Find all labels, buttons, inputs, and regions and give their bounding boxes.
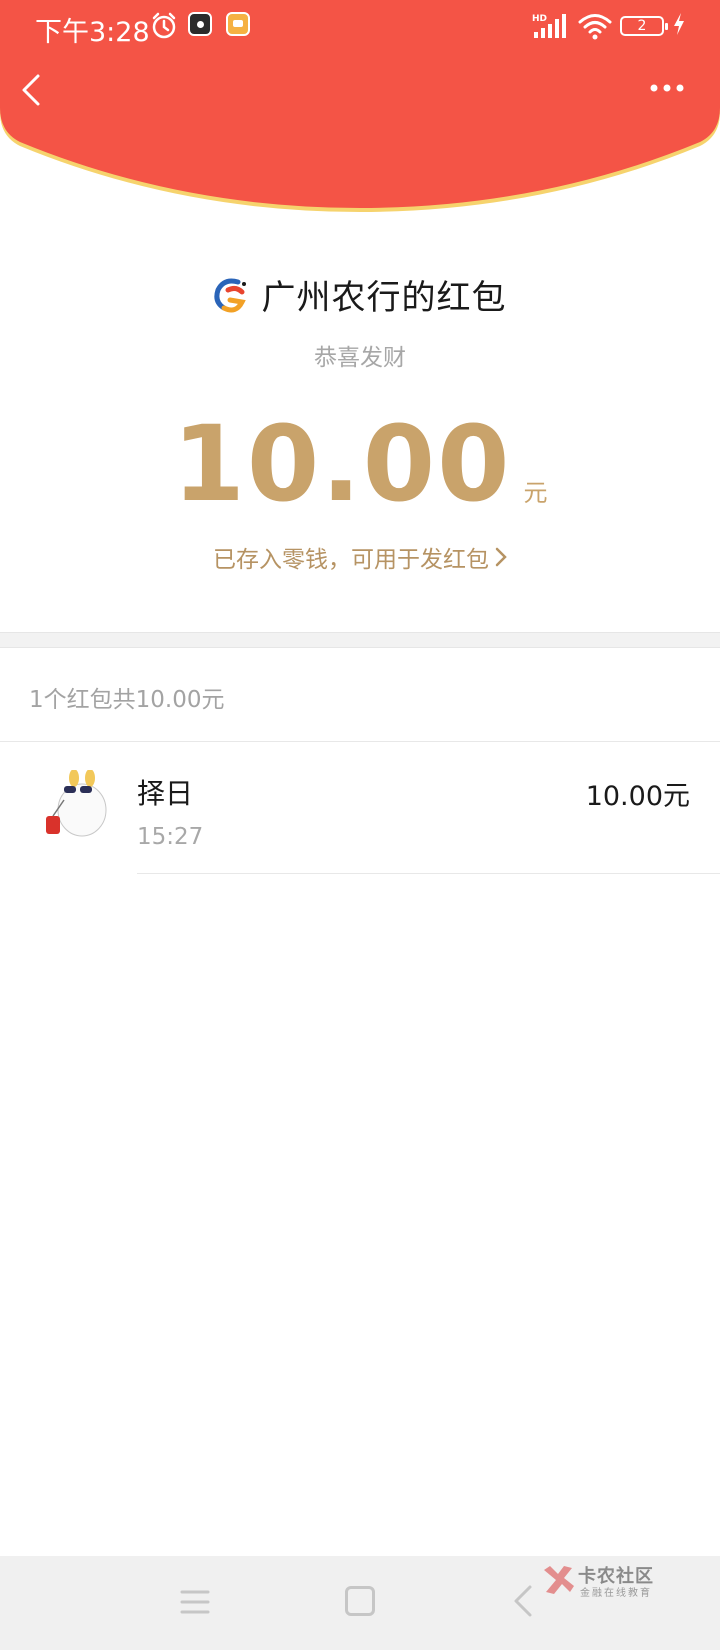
status-bar: 下午3:28 HD 2 xyxy=(0,0,720,54)
amount-unit: 元 xyxy=(523,479,548,507)
packet-wish: 恭喜发财 xyxy=(314,345,406,371)
more-dots-icon xyxy=(650,84,684,92)
nav-back-icon[interactable] xyxy=(512,1584,534,1622)
section-divider xyxy=(0,632,720,648)
back-button[interactable] xyxy=(18,70,58,118)
watermark: 卡农社区 金融在线教育 xyxy=(540,1562,680,1602)
watermark-subtitle: 金融在线教育 xyxy=(580,1588,652,1599)
avatar xyxy=(44,770,116,842)
amount-row: 10.00 元 xyxy=(0,412,720,522)
packet-summary: 1个红包共10.00元 xyxy=(29,687,225,713)
battery-icon: 2 xyxy=(620,16,668,36)
alarm-clock-icon xyxy=(150,12,178,44)
watermark-logo-icon xyxy=(544,1566,574,1594)
chevron-right-icon xyxy=(495,547,507,573)
record-time: 15:27 xyxy=(137,824,204,850)
bank-logo-icon xyxy=(213,278,246,312)
packet-title-row: 广州农行的红包 xyxy=(0,270,720,320)
record-amount: 10.00元 xyxy=(585,781,690,812)
wifi-icon xyxy=(578,12,612,44)
svg-text:HD: HD xyxy=(532,14,547,24)
packet-title: 广州农行的红包 xyxy=(261,278,507,318)
record-name: 择日 xyxy=(137,777,194,810)
signal-hd-icon: HD xyxy=(532,12,570,44)
saved-note: 已存入零钱，可用于发红包 xyxy=(213,547,489,573)
record-divider xyxy=(137,873,720,874)
message-notification-icon xyxy=(226,12,250,36)
app-notification-icon xyxy=(188,12,212,36)
back-chevron-icon xyxy=(22,74,40,106)
menu-icon[interactable] xyxy=(180,1588,210,1620)
more-button[interactable] xyxy=(648,78,692,108)
charging-bolt-icon xyxy=(672,12,686,40)
list-item[interactable]: 择日 15:27 10.00元 xyxy=(0,742,720,874)
home-square-icon[interactable] xyxy=(345,1586,375,1616)
saved-to-wallet-link[interactable]: 已存入零钱，可用于发红包 xyxy=(0,540,720,574)
packet-amount: 10.00 xyxy=(172,403,512,525)
status-time: 下午3:28 xyxy=(35,17,150,48)
